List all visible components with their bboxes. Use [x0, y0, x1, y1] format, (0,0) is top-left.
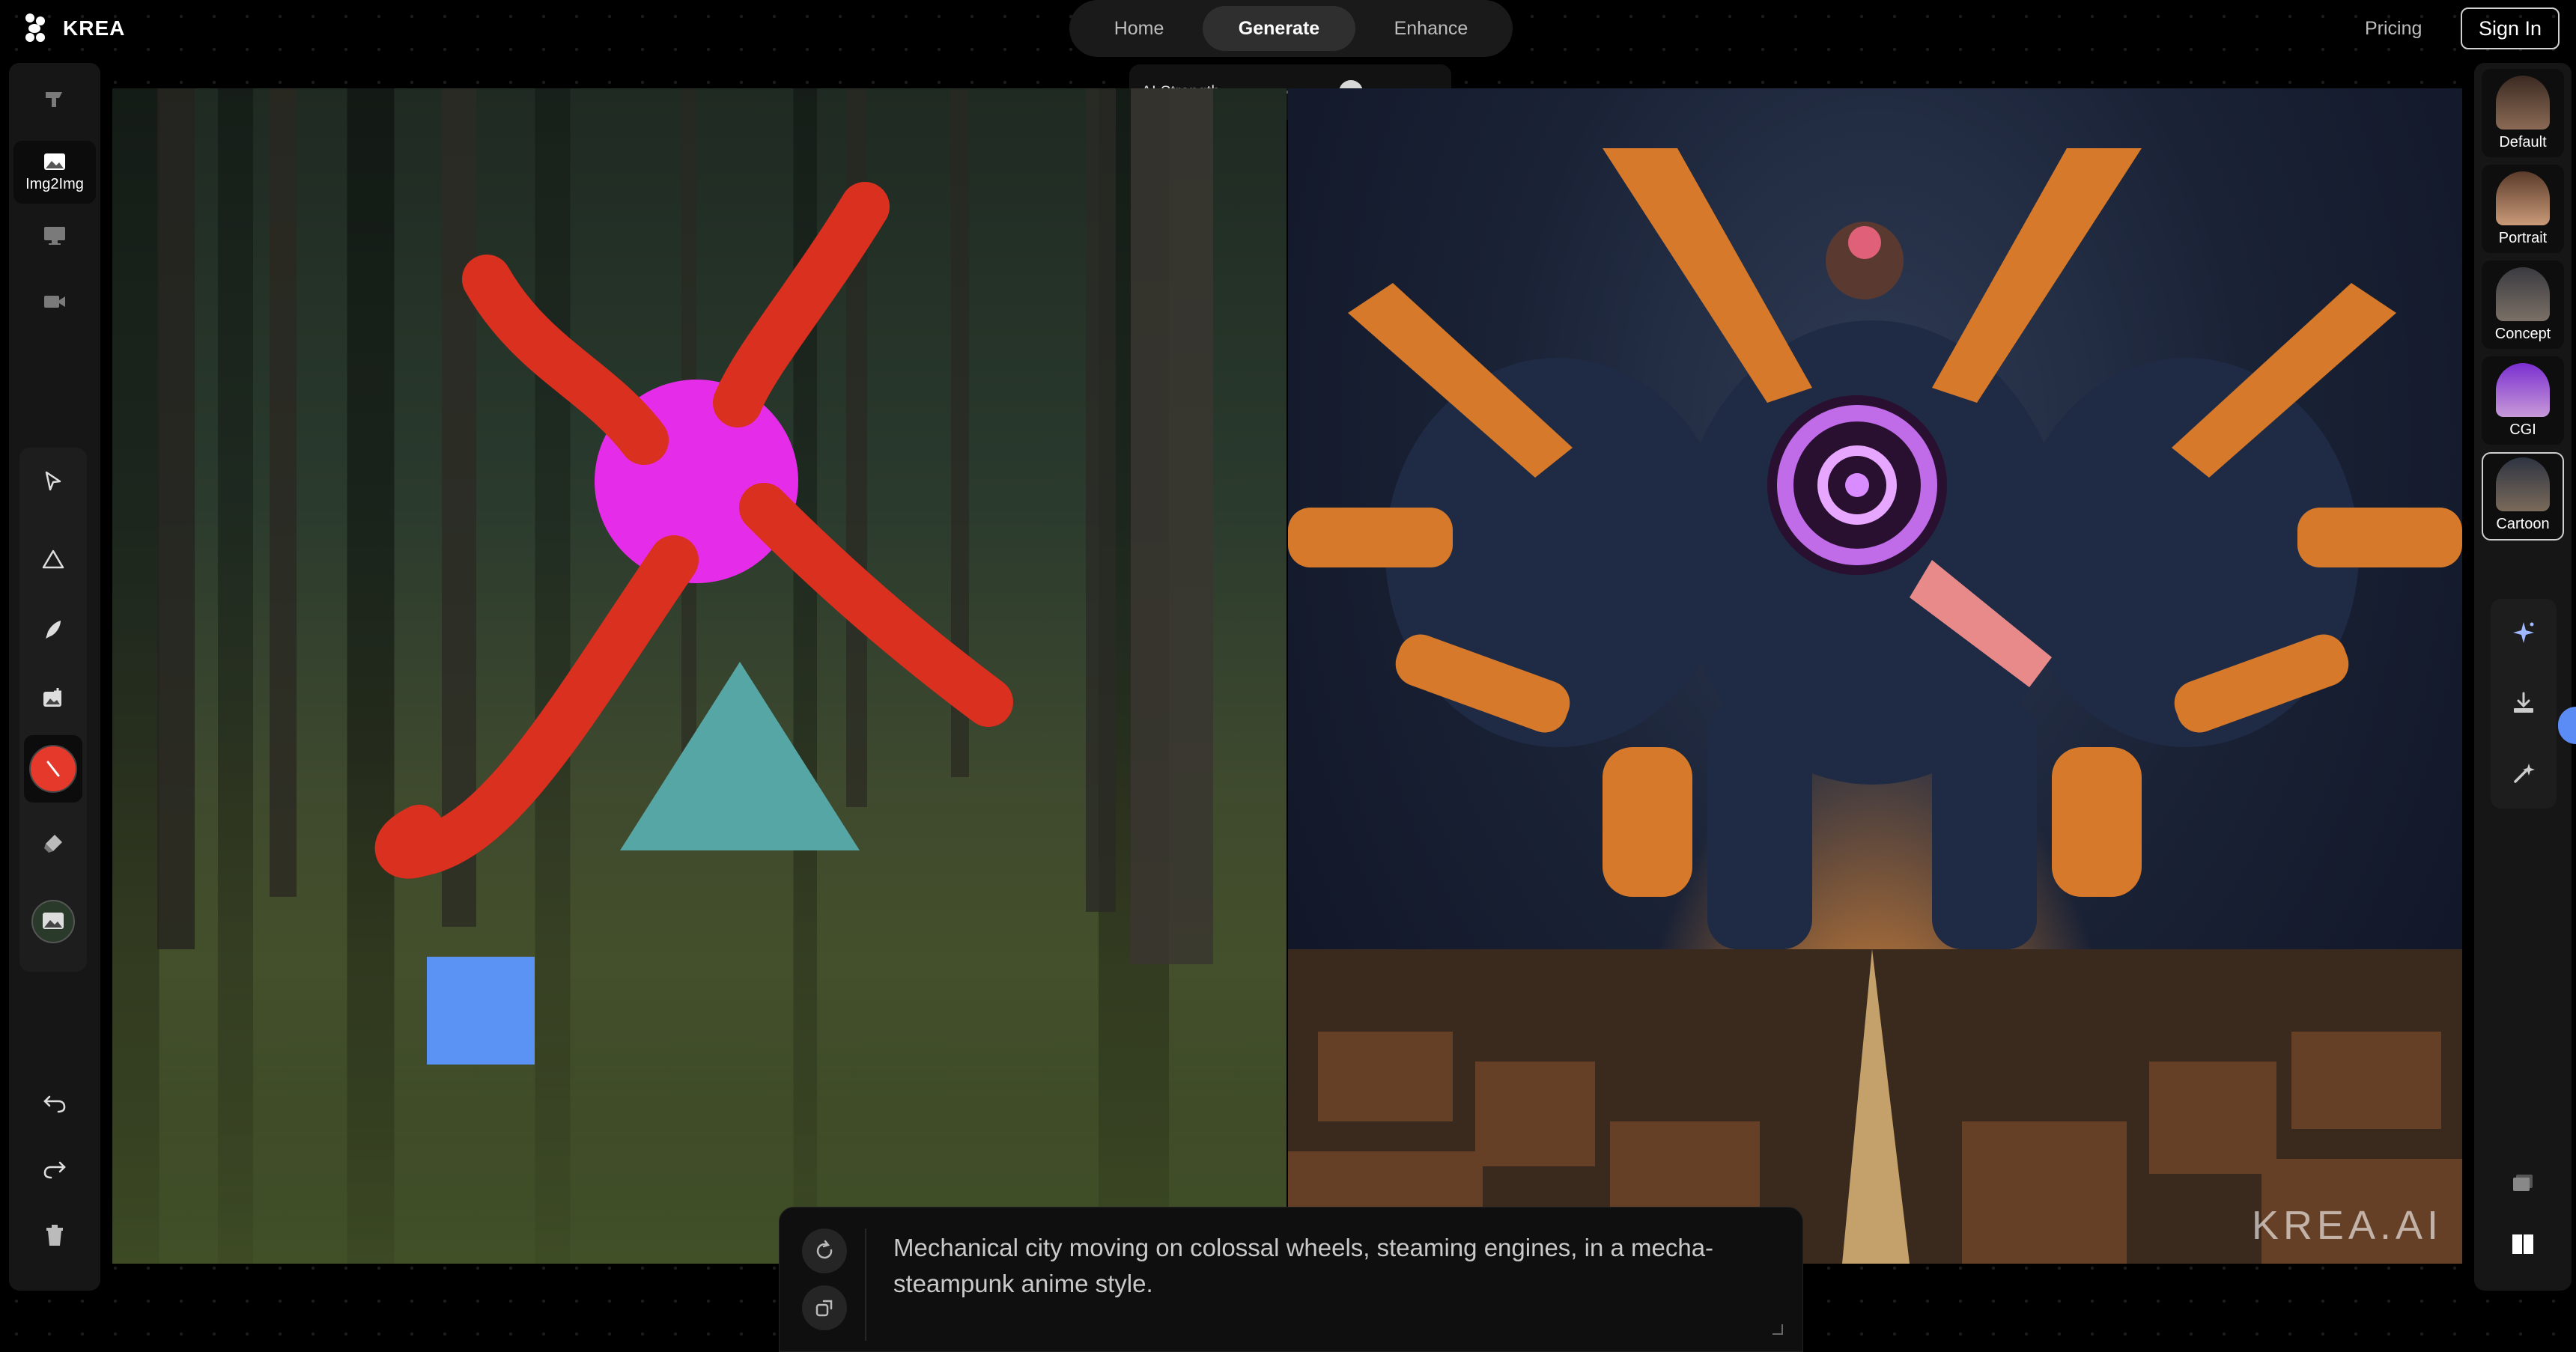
app-name: KREA: [63, 16, 126, 40]
reset-prompt-button[interactable]: [802, 1228, 847, 1273]
select-tool[interactable]: [19, 448, 87, 515]
pen-tool[interactable]: [19, 596, 87, 663]
pen-icon: [46, 621, 61, 639]
enhance-button[interactable]: [2491, 599, 2557, 666]
mode-text-to-image[interactable]: [9, 73, 100, 126]
drawing-tools: [19, 448, 87, 972]
triangle-shape-icon: [42, 549, 64, 569]
style-cgi-label: CGI: [2509, 421, 2536, 438]
download-icon: [2514, 692, 2533, 713]
style-default[interactable]: Default: [2482, 69, 2564, 157]
sign-in-button[interactable]: Sign In: [2461, 7, 2560, 49]
cartoon-style-thumbnail: [2496, 457, 2550, 511]
background-image-tool[interactable]: [19, 888, 87, 955]
mode-img2img-label: Img2Img: [25, 175, 84, 192]
mode-video[interactable]: [9, 275, 100, 328]
prompt-input[interactable]: Mechanical city moving on colossal wheel…: [893, 1230, 1740, 1302]
layers-icon: [2513, 1175, 2533, 1191]
default-style-thumbnail: [2496, 76, 2550, 130]
square-shape: [427, 957, 535, 1065]
eraser-icon: [44, 835, 62, 853]
eraser-tool[interactable]: [19, 810, 87, 877]
mode-img2img[interactable]: Img2Img: [13, 141, 96, 204]
trash-icon: [46, 1225, 63, 1246]
undo-button[interactable]: [9, 1081, 100, 1126]
shuffle-icon: [815, 1300, 833, 1317]
video-camera-icon: [44, 296, 65, 308]
concept-style-thumbnail: [2496, 267, 2550, 321]
drawing-canvas[interactable]: [112, 88, 1287, 1264]
app-logo[interactable]: KREA: [25, 13, 125, 43]
top-navigation: Home Generate Enhance: [1069, 0, 1513, 57]
prompt-box: Mechanical city moving on colossal wheel…: [779, 1207, 1803, 1352]
image-icon: [44, 153, 65, 170]
redo-icon: [43, 1161, 66, 1179]
text-to-image-icon: [46, 92, 62, 107]
watermark-text: KREA.AI: [2251, 1203, 2443, 1248]
split-view-icon: [2512, 1234, 2533, 1254]
style-cartoon[interactable]: Cartoon: [2482, 452, 2564, 541]
download-button[interactable]: [2491, 669, 2557, 737]
brush-tool[interactable]: [24, 735, 82, 803]
magic-edit-button[interactable]: [2491, 740, 2557, 807]
tab-home[interactable]: Home: [1078, 6, 1200, 51]
magic-wand-icon: [2514, 764, 2535, 783]
style-portrait[interactable]: Portrait: [2482, 165, 2564, 253]
mode-realtime[interactable]: [9, 210, 100, 262]
generated-image[interactable]: KREA.AI: [1288, 88, 2462, 1264]
sparkle-icon: [2513, 622, 2534, 643]
style-cgi[interactable]: CGI: [2482, 356, 2564, 445]
background-image-icon: [31, 900, 75, 943]
cgi-style-thumbnail: [2496, 363, 2550, 417]
left-sidebar: Img2Img: [9, 63, 100, 1291]
style-cartoon-label: Cartoon: [2496, 516, 2550, 532]
krea-logo-icon: [25, 13, 46, 43]
split-view-button[interactable]: [2474, 1222, 2572, 1267]
pricing-link[interactable]: Pricing: [2365, 18, 2422, 40]
style-default-label: Default: [2499, 134, 2547, 150]
image-upload-tool[interactable]: [19, 665, 87, 732]
right-sidebar: Default Portrait Concept CGI Cartoon: [2474, 63, 2572, 1291]
stroke-upper-right: [713, 182, 890, 427]
refresh-icon: [816, 1240, 833, 1259]
prompt-divider: [865, 1228, 866, 1341]
shape-tool[interactable]: [19, 526, 87, 593]
portrait-style-thumbnail: [2496, 171, 2550, 225]
select-arrow-icon: [45, 471, 61, 491]
triangle-shape: [620, 662, 860, 850]
random-prompt-button[interactable]: [802, 1285, 847, 1330]
style-portrait-label: Portrait: [2498, 230, 2548, 246]
stroke-upper-left: [462, 255, 669, 465]
undo-icon: [43, 1095, 66, 1113]
brush-color-icon: [29, 745, 77, 793]
style-concept[interactable]: Concept: [2482, 261, 2564, 349]
clear-canvas-button[interactable]: [9, 1213, 100, 1258]
canvas-drawing: [112, 88, 1287, 1264]
tab-enhance[interactable]: Enhance: [1358, 6, 1504, 51]
layers-button[interactable]: [2474, 1160, 2572, 1205]
prompt-resize-icon[interactable]: [1772, 1324, 1783, 1335]
output-actions: [2491, 599, 2557, 809]
redo-button[interactable]: [9, 1147, 100, 1192]
style-concept-label: Concept: [2494, 326, 2551, 342]
mecha-render: [1288, 148, 2462, 1264]
monitor-icon: [44, 227, 65, 245]
tab-generate[interactable]: Generate: [1202, 6, 1356, 51]
image-upload-icon: [43, 688, 61, 707]
